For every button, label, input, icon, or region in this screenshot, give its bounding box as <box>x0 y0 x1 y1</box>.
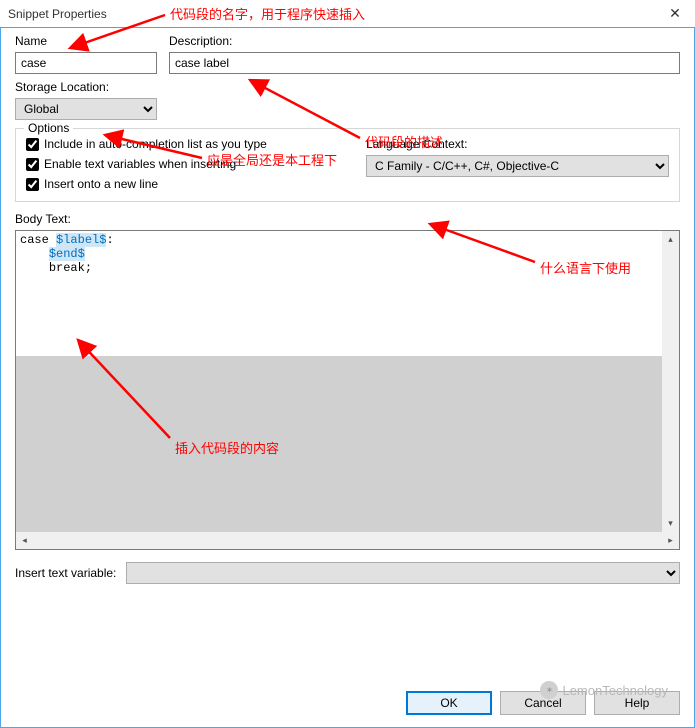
description-field-group: Description: <box>169 34 680 74</box>
storage-label: Storage Location: <box>15 80 680 94</box>
checkbox-autocomplete-label: Include in auto-completion list as you t… <box>44 137 267 151</box>
scroll-left-icon[interactable]: ◂ <box>16 532 33 549</box>
checkbox-textvars[interactable]: Enable text variables when inserting <box>26 157 346 171</box>
checkbox-autocomplete-input[interactable] <box>26 138 39 151</box>
close-button[interactable]: ✕ <box>655 0 695 28</box>
body-text-area[interactable]: case $label$: $end$ break; ▴ ▾ ◂ ▸ <box>15 230 680 550</box>
scroll-down-icon[interactable]: ▾ <box>662 515 679 532</box>
checkbox-newline-label: Insert onto a new line <box>44 177 158 191</box>
body-text-empty <box>16 356 679 549</box>
checkbox-autocomplete[interactable]: Include in auto-completion list as you t… <box>26 137 346 151</box>
dialog-content: Name Description: Storage Location: Glob… <box>0 28 695 728</box>
body-text-label: Body Text: <box>15 212 680 226</box>
ok-button[interactable]: OK <box>406 691 492 715</box>
options-fieldset: Options Include in auto-completion list … <box>15 128 680 202</box>
name-input[interactable] <box>15 52 157 74</box>
watermark-text: LemonTechnology <box>562 683 668 698</box>
horizontal-scrollbar[interactable]: ◂ ▸ <box>16 532 679 549</box>
checkbox-textvars-label: Enable text variables when inserting <box>44 157 236 171</box>
insert-variable-select[interactable] <box>126 562 680 584</box>
language-label: Language Context: <box>366 137 669 151</box>
options-legend: Options <box>24 121 73 135</box>
vertical-scrollbar[interactable]: ▴ ▾ <box>662 231 679 532</box>
language-select[interactable]: C Family - C/C++, C#, Objective-C <box>366 155 669 177</box>
name-field-group: Name <box>15 34 157 74</box>
wechat-icon: ✶ <box>540 681 558 699</box>
body-text-content[interactable]: case $label$: $end$ break; <box>16 231 679 356</box>
window-title: Snippet Properties <box>8 7 655 21</box>
title-bar: Snippet Properties ✕ <box>0 0 695 28</box>
watermark: ✶ LemonTechnology <box>540 681 668 699</box>
checkbox-newline-input[interactable] <box>26 178 39 191</box>
description-label: Description: <box>169 34 680 48</box>
name-label: Name <box>15 34 157 48</box>
close-icon: ✕ <box>669 5 681 22</box>
description-input[interactable] <box>169 52 680 74</box>
scroll-right-icon[interactable]: ▸ <box>662 532 679 549</box>
scroll-up-icon[interactable]: ▴ <box>662 231 679 248</box>
checkbox-newline[interactable]: Insert onto a new line <box>26 177 346 191</box>
storage-select[interactable]: Global <box>15 98 157 120</box>
insert-variable-label: Insert text variable: <box>15 566 116 580</box>
checkbox-textvars-input[interactable] <box>26 158 39 171</box>
